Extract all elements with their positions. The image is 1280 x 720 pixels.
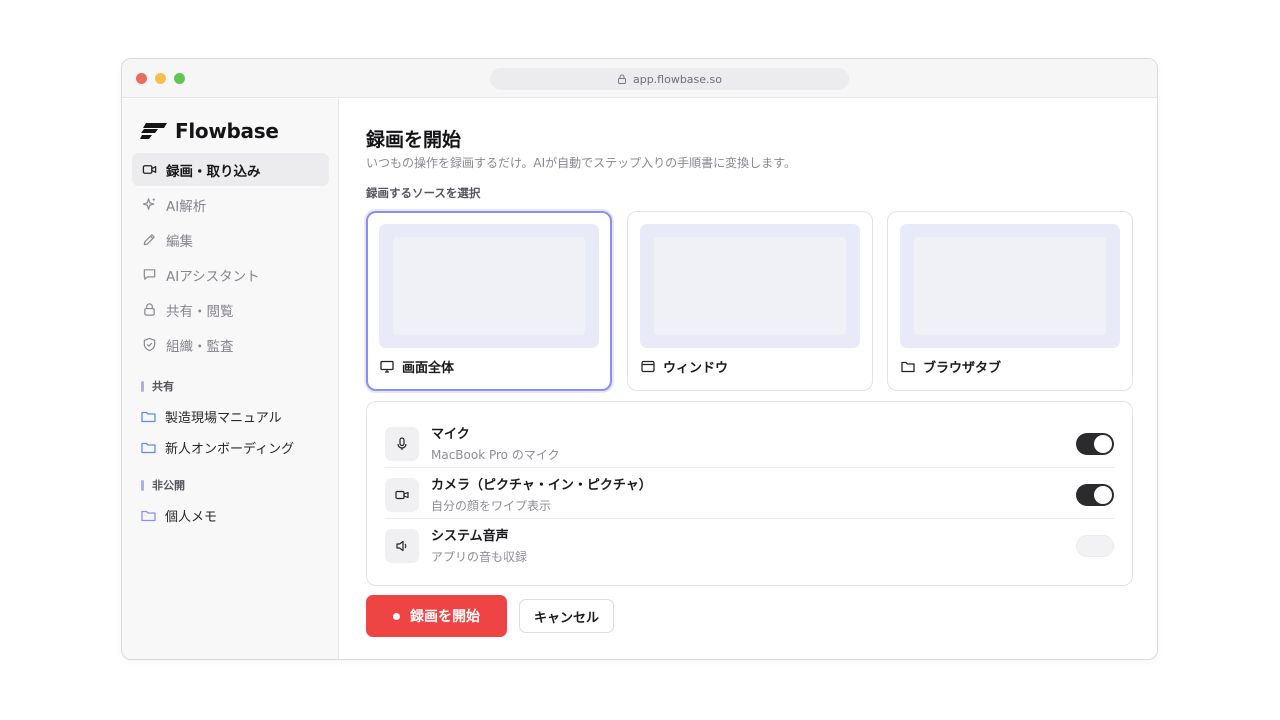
folder-icon [141,411,156,423]
source-card-window[interactable]: ウィンドウ [627,211,873,391]
preview-placeholder [654,237,846,335]
sidebar-item-label: 録画・取り込み [166,163,261,180]
toggle-knob [1094,486,1112,504]
sidebar-item-label: 組織・監査 [166,338,234,355]
toggle-knob [1094,435,1112,453]
lock-icon [617,74,626,84]
sidebar-item-label: 編集 [166,233,193,250]
source-card-fullscreen[interactable]: 画面全体 [366,211,612,391]
shield-icon [143,337,156,352]
option-title: マイク [431,427,470,442]
brand-logo[interactable]: Flowbase [140,119,279,143]
flowbase-logo-icon [140,123,167,139]
window-icon [641,360,655,373]
source-caption: ウィンドウ [641,357,728,376]
preview-placeholder [914,237,1106,335]
folder-item[interactable]: 新人オンボーディング [141,438,294,457]
video-icon [142,165,157,174]
lock-icon [144,303,155,316]
folder-icon [141,442,156,454]
sidebar-item-organization[interactable]: 組織・監査 [132,328,329,361]
option-description: MacBook Pro のマイク [431,448,560,462]
speaker-icon [396,540,407,552]
cancel-button[interactable]: キャンセル [519,599,614,633]
pencil-icon [143,234,155,246]
option-icon [385,478,419,512]
section-marker [141,380,144,392]
recording-options: マイク MacBook Pro のマイク カメラ（ピクチャ・イン・ピクチャ） 自… [366,401,1133,586]
sparkle-icon [142,198,155,210]
section-marker [141,479,144,491]
camera-icon [395,490,409,500]
folder-tab-icon [901,361,915,373]
section-label: 非公開 [152,479,185,492]
option-title: システム音声 [431,529,509,544]
folder-icon [141,510,156,522]
option-icon [385,427,419,461]
app-window: app.flowbase.so Flowbase 録画・取り込み AI解析 編集… [121,58,1158,660]
option-row-system-audio: システム音声 アプリの音も収録 [385,519,1114,570]
source-label-text: ウィンドウ [663,361,729,376]
source-caption: 画面全体 [380,357,454,376]
page-subtitle: いつもの操作を録画するだけ。AIが自動でステップ入りの手順書に変換します。 [366,156,796,170]
source-card-browser-tab[interactable]: ブラウザタブ [887,211,1133,391]
sidebar-item-ai-assistant[interactable]: AIアシスタント [132,258,329,291]
url-text: app.flowbase.so [632,72,723,86]
option-icon [385,529,419,563]
sidebar-item-recording[interactable]: 録画・取り込み [132,153,329,186]
folder-label: 新人オンボーディング [165,442,295,457]
option-description: アプリの音も収録 [431,550,528,564]
source-preview [640,224,860,348]
close-window-button[interactable] [136,73,147,84]
monitor-icon [380,360,394,373]
folder-label: 製造現場マニュアル [165,411,282,426]
option-row-camera: カメラ（ピクチャ・イン・ピクチャ） 自分の顔をワイプ表示 [385,468,1114,519]
sidebar-item-ai-analysis[interactable]: AI解析 [132,188,329,221]
address-bar[interactable]: app.flowbase.so [490,68,849,90]
brand-name: Flowbase [175,119,279,143]
microphone-icon [397,437,407,450]
sidebar-nav: 録画・取り込み AI解析 編集 AIアシスタント 共有・閲覧 組織・監査 [132,153,329,363]
preview-placeholder [393,237,585,335]
sidebar-item-edit[interactable]: 編集 [132,223,329,256]
option-row-microphone: マイク MacBook Pro のマイク [385,417,1114,468]
folder-item[interactable]: 個人メモ [141,506,217,525]
source-label: 録画するソースを選択 [366,186,481,200]
minimize-window-button[interactable] [155,73,166,84]
sidebar-item-label: 共有・閲覧 [166,303,234,320]
source-preview [900,224,1120,348]
record-dot-icon [393,612,400,620]
source-caption: ブラウザタブ [901,357,1001,376]
section-private: 非公開 [141,477,185,493]
sidebar-item-label: AIアシスタント [166,268,260,285]
folder-item[interactable]: 製造現場マニュアル [141,407,282,426]
main-content: 録画を開始 いつもの操作を録画するだけ。AIが自動でステップ入りの手順書に変換し… [340,99,1157,659]
section-shared: 共有 [141,378,174,394]
folder-label: 個人メモ [165,510,218,525]
title-bar: app.flowbase.so [122,59,1157,98]
camera-toggle[interactable] [1076,484,1114,506]
sidebar-item-sharing[interactable]: 共有・閲覧 [132,293,329,326]
microphone-toggle[interactable] [1076,433,1114,455]
source-label-text: 画面全体 [402,361,455,376]
option-description: 自分の顔をワイプ表示 [431,499,552,513]
section-label: 共有 [152,380,174,393]
start-recording-button[interactable]: 録画を開始 [366,595,507,637]
sidebar-item-label: AI解析 [166,198,207,215]
source-preview [379,224,599,348]
sidebar: Flowbase 録画・取り込み AI解析 編集 AIアシスタント 共有・閲覧 [122,99,339,659]
system-audio-toggle[interactable] [1076,535,1114,557]
source-label-text: ブラウザタブ [923,361,1002,376]
page-title: 録画を開始 [366,129,462,151]
start-recording-label: 録画を開始 [410,609,480,625]
chat-icon [143,269,156,280]
zoom-window-button[interactable] [174,73,185,84]
option-title: カメラ（ピクチャ・イン・ピクチャ） [431,478,652,493]
